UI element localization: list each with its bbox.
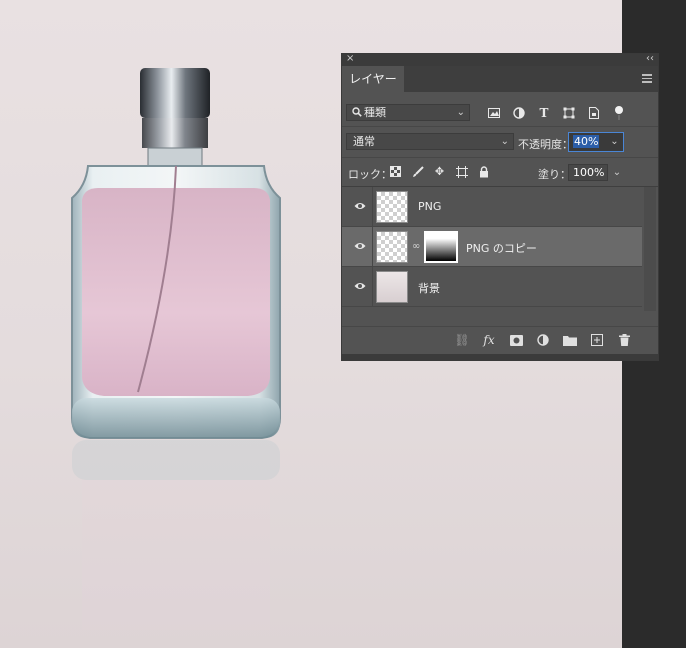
fx-icon[interactable]: fx bbox=[481, 332, 497, 348]
visibility-eye-icon[interactable] bbox=[354, 201, 366, 211]
lock-row: ロック： ✥ 塗り： 100% ⌄ bbox=[342, 158, 658, 187]
fill-label: 塗り： bbox=[538, 168, 571, 181]
collapse-panel-icon[interactable]: ‹‹ bbox=[646, 53, 654, 64]
search-icon bbox=[352, 107, 362, 117]
layer-thumbnail bbox=[376, 191, 408, 223]
perfume-bottle-image bbox=[71, 68, 281, 439]
opacity-value: 40% bbox=[573, 135, 600, 148]
blend-row: 通常 ⌄ 不透明度： 40% ⌄ bbox=[342, 127, 658, 158]
shape-filter-icon[interactable] bbox=[561, 105, 577, 121]
close-panel-icon[interactable]: × bbox=[346, 53, 354, 64]
footer-icons: ⛓ fx bbox=[454, 332, 632, 348]
lock-icons: ✥ bbox=[388, 164, 491, 179]
smart-object-filter-icon[interactable] bbox=[586, 105, 602, 121]
add-mask-icon[interactable] bbox=[508, 332, 524, 348]
layer-list: PNG ∞ PNG のコピー 背景 bbox=[342, 187, 658, 311]
layer-divider bbox=[372, 187, 373, 227]
layer-divider bbox=[372, 267, 373, 307]
delete-layer-icon[interactable] bbox=[616, 332, 632, 348]
lock-transparent-pixels-icon[interactable] bbox=[388, 164, 403, 179]
visibility-eye-icon[interactable] bbox=[354, 281, 366, 291]
layer-divider bbox=[372, 227, 373, 267]
image-filter-icon[interactable] bbox=[486, 105, 502, 121]
filter-kind-value: 種類 bbox=[364, 106, 386, 119]
layer-list-scrollbar[interactable] bbox=[644, 187, 656, 311]
fill-input[interactable]: 100% bbox=[568, 164, 608, 181]
layer-mask-thumbnail[interactable] bbox=[424, 231, 458, 263]
panel-bottom-strip bbox=[342, 354, 658, 360]
type-filter-icon[interactable]: T bbox=[536, 105, 552, 121]
panel-footer: ⛓ fx bbox=[342, 326, 658, 355]
link-layers-icon[interactable]: ⛓ bbox=[454, 332, 470, 348]
new-group-icon[interactable] bbox=[562, 332, 578, 348]
chevron-down-icon: ⌄ bbox=[500, 136, 509, 147]
filter-type-icons: T bbox=[486, 104, 627, 122]
bottle-reflection-image bbox=[72, 440, 280, 630]
lock-image-pixels-icon[interactable] bbox=[410, 164, 425, 179]
adjustment-layer-icon[interactable] bbox=[535, 332, 551, 348]
layer-row-png-copy[interactable]: ∞ PNG のコピー bbox=[342, 227, 642, 267]
lock-position-icon[interactable]: ✥ bbox=[432, 164, 447, 179]
panel-title-strip[interactable]: × ‹‹ bbox=[342, 53, 658, 66]
layer-thumbnail bbox=[376, 271, 408, 303]
chevron-down-icon: ⌄ bbox=[456, 107, 465, 118]
layer-name: PNG のコピー bbox=[466, 242, 537, 255]
opacity-dropdown-chevron-icon[interactable]: ⌄ bbox=[607, 133, 622, 151]
opacity-label: 不透明度： bbox=[518, 138, 573, 151]
mask-link-chain-icon[interactable]: ∞ bbox=[412, 241, 420, 253]
layer-name: 背景 bbox=[418, 282, 440, 295]
blend-mode-value: 通常 bbox=[353, 135, 375, 148]
panel-menu-icon[interactable] bbox=[642, 74, 652, 84]
filter-row: 種類 ⌄ T bbox=[342, 92, 658, 127]
layer-row-png[interactable]: PNG bbox=[342, 187, 642, 227]
blend-mode-select[interactable]: 通常 ⌄ bbox=[346, 133, 514, 150]
lock-artboard-icon[interactable] bbox=[454, 164, 469, 179]
new-layer-icon[interactable] bbox=[589, 332, 605, 348]
layer-name: PNG bbox=[418, 200, 442, 213]
layer-thumbnail bbox=[376, 231, 408, 263]
lock-label: ロック： bbox=[348, 168, 392, 181]
visibility-eye-icon[interactable] bbox=[354, 241, 366, 251]
adjustment-filter-icon[interactable] bbox=[511, 105, 527, 121]
layer-row-background[interactable]: 背景 bbox=[342, 267, 642, 307]
filter-toggle-icon[interactable] bbox=[611, 105, 627, 121]
tab-layers[interactable]: レイヤー bbox=[342, 66, 404, 92]
panel-tab-bar: レイヤー bbox=[342, 66, 658, 92]
fill-dropdown-chevron-icon[interactable]: ⌄ bbox=[610, 164, 624, 181]
lock-all-icon[interactable] bbox=[476, 164, 491, 179]
layers-panel: × ‹‹ レイヤー 種類 ⌄ T 通常 ⌄ 不透明度： 40% ⌄ ロック： ✥… bbox=[341, 53, 659, 361]
filter-kind-select[interactable]: 種類 ⌄ bbox=[346, 104, 470, 121]
